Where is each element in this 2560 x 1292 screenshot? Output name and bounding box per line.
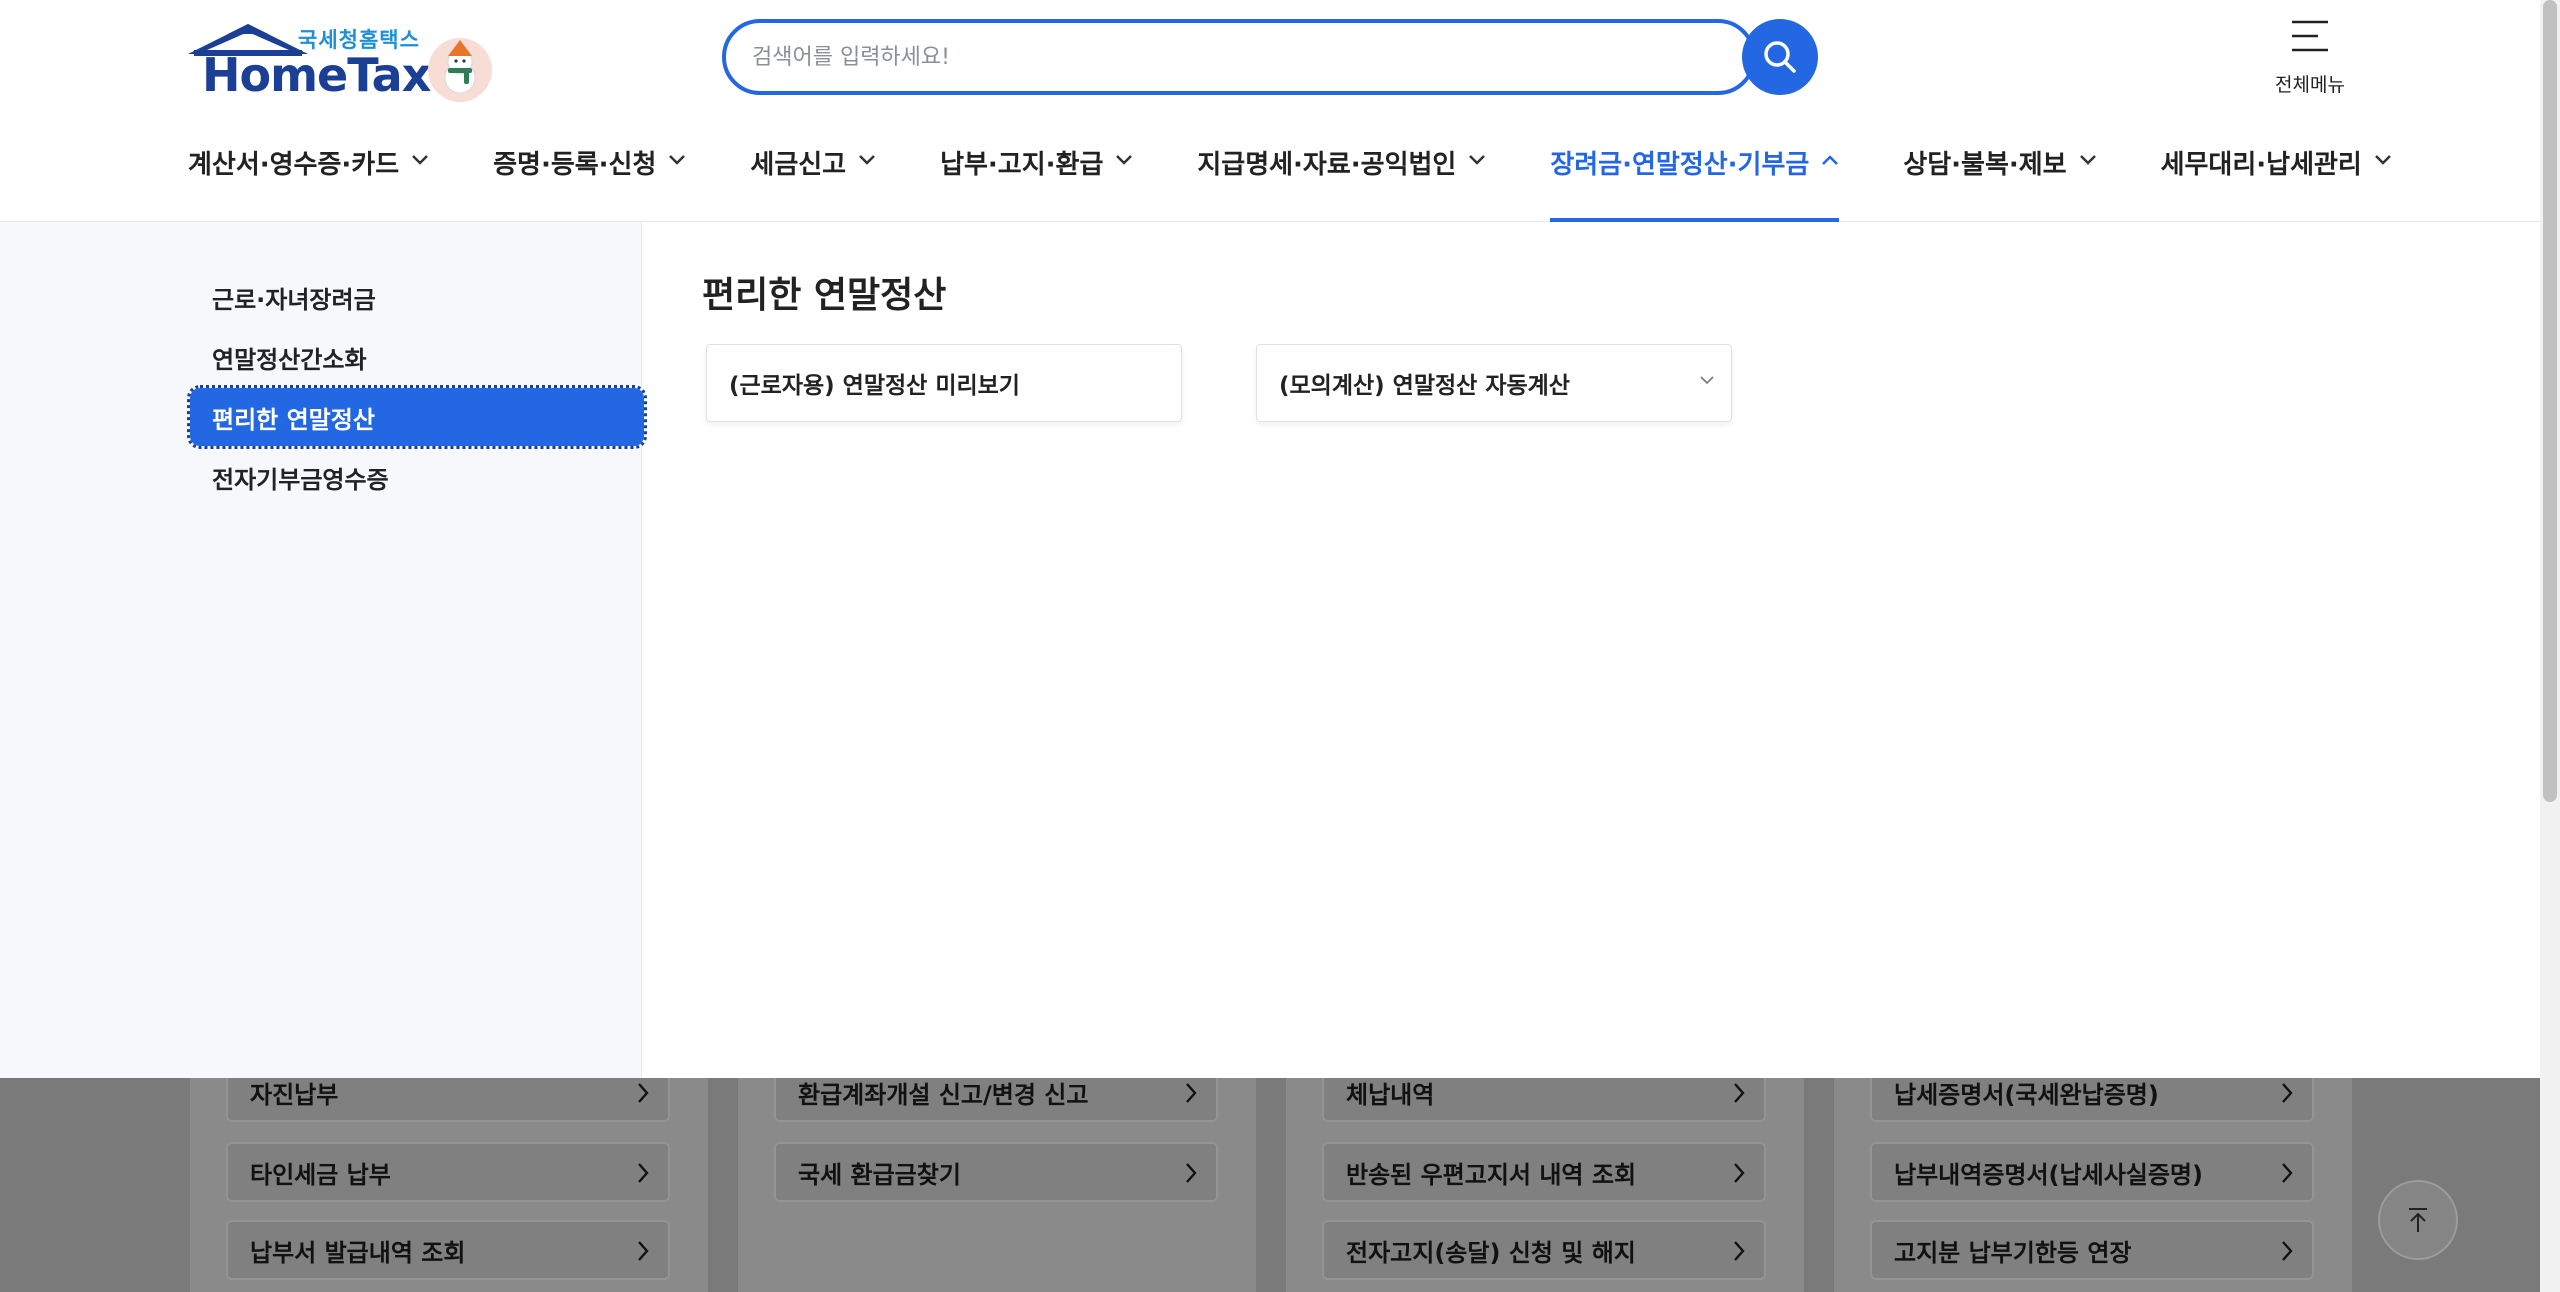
- chevron-right-icon: [2282, 1163, 2293, 1183]
- gnb-item-label: 장려금·연말정산·기부금: [1550, 150, 1810, 180]
- section-title: 편리한 연말정산: [702, 275, 947, 316]
- chevron-down-icon: [2079, 155, 2096, 165]
- menu-card-settlement-preview[interactable]: (근로자용) 연말정산 미리보기: [706, 344, 1182, 422]
- gnb-item-consultation[interactable]: 상담·불복·제보: [1903, 138, 2096, 222]
- scroll-to-top-button[interactable]: [2378, 1180, 2458, 1260]
- chevron-right-icon: [638, 1241, 649, 1261]
- sidebar-item-label: 전자기부금영수증: [212, 465, 389, 494]
- scrollbar-thumb[interactable]: [2543, 0, 2557, 802]
- gnb-item-label: 상담·불복·제보: [1903, 150, 2067, 180]
- background-column: 환급계좌개설 신고/변경 신고 국세 환급금찾기: [738, 1062, 1256, 1292]
- background-column: 체납내역 반송된 우편고지서 내역 조회 전자고지(송달) 신청 및 해지: [1286, 1062, 1804, 1292]
- snowman-mascot-icon: [428, 38, 492, 102]
- background-link-label: 전자고지(송달) 신청 및 해지: [1346, 1238, 1636, 1267]
- page-scrollbar[interactable]: [2540, 0, 2560, 1292]
- all-menu-label: 전체메뉴: [2275, 74, 2345, 96]
- chevron-right-icon: [1734, 1241, 1745, 1261]
- sidebar-item-label: 연말정산간소화: [212, 345, 367, 374]
- hamburger-menu-icon: [2292, 20, 2328, 52]
- chevron-right-icon: [2282, 1083, 2293, 1103]
- background-link-label: 국세 환급금찾기: [798, 1160, 961, 1189]
- background-link-label: 납세증명서(국세완납증명): [1894, 1080, 2159, 1109]
- chevron-down-icon: [2374, 155, 2391, 165]
- gnb-item-label: 지급명세·자료·공익법인: [1197, 150, 1457, 180]
- background-link-label: 납부서 발급내역 조회: [250, 1238, 466, 1267]
- chevron-up-icon: [1822, 155, 1839, 165]
- background-link-label: 자진납부: [250, 1080, 339, 1109]
- logo-wordmark: HomeTax: [202, 48, 431, 102]
- hometax-logo[interactable]: 국세청홈택스 HomeTax: [188, 20, 498, 104]
- background-link[interactable]: 납부서 발급내역 조회: [226, 1220, 670, 1280]
- gnb-item-tax-filing[interactable]: 세금신고: [750, 138, 876, 222]
- gnb-item-payment[interactable]: 납부·고지·환급: [940, 138, 1133, 222]
- background-link[interactable]: 납부내역증명서(납세사실증명): [1870, 1142, 2314, 1202]
- sidebar-item-earned-income-credit[interactable]: 근로·자녀장려금: [190, 268, 644, 326]
- sidebar-item-label: 근로·자녀장려금: [212, 285, 376, 314]
- gnb-item-certificates[interactable]: 증명·등록·신청: [493, 138, 686, 222]
- chevron-down-icon: [412, 155, 429, 165]
- background-link[interactable]: 전자고지(송달) 신청 및 해지: [1322, 1220, 1766, 1280]
- background-link[interactable]: 타인세금 납부: [226, 1142, 670, 1202]
- menu-card-auto-calculation[interactable]: (모의계산) 연말정산 자동계산: [1256, 344, 1732, 422]
- site-header: 국세청홈택스 HomeTax 전체메뉴 계산서·영수증·: [0, 0, 2540, 222]
- chevron-right-icon: [1186, 1083, 1197, 1103]
- gnb-item-label: 증명·등록·신청: [493, 150, 657, 180]
- sidebar-item-convenient-settlement[interactable]: 편리한 연말정산: [187, 385, 647, 449]
- background-column: 납세증명서(국세완납증명) 납부내역증명서(납세사실증명) 고지분 납부기한등 …: [1834, 1062, 2352, 1292]
- background-link-label: 납부내역증명서(납세사실증명): [1894, 1160, 2203, 1189]
- chevron-right-icon: [1186, 1163, 1197, 1183]
- chevron-right-icon: [638, 1163, 649, 1183]
- background-link-label: 반송된 우편고지서 내역 조회: [1346, 1160, 1637, 1189]
- chevron-down-icon: [1469, 155, 1486, 165]
- chevron-down-icon: [859, 155, 875, 165]
- chevron-right-icon: [638, 1083, 649, 1103]
- chevron-down-icon: [1700, 376, 1714, 385]
- all-menu-button[interactable]: 전체메뉴: [2260, 18, 2360, 98]
- background-link[interactable]: 고지분 납부기한등 연장: [1870, 1220, 2314, 1280]
- search-icon: [1764, 41, 1796, 73]
- mega-menu-panel: 근로·자녀장려금 연말정산간소화 편리한 연말정산 전자기부금영수증 편리한 연…: [0, 222, 2540, 1078]
- dimmed-page-overlay: 자진납부 타인세금 납부 납부서 발급내역 조회 환급계좌개설 신고/변경 신고…: [0, 1062, 2560, 1292]
- gnb-item-statements[interactable]: 지급명세·자료·공익법인: [1197, 138, 1486, 222]
- background-link-label: 환급계좌개설 신고/변경 신고: [798, 1080, 1089, 1109]
- background-link-label: 체납내역: [1346, 1080, 1435, 1109]
- search-button[interactable]: [1742, 19, 1818, 95]
- gnb-item-tax-agent[interactable]: 세무대리·납세관리: [2161, 138, 2392, 222]
- gnb-item-label: 납부·고지·환급: [940, 150, 1104, 180]
- sidebar-item-simplified-settlement[interactable]: 연말정산간소화: [190, 328, 644, 386]
- search-input[interactable]: [752, 23, 1652, 91]
- sidebar-item-donation-receipt[interactable]: 전자기부금영수증: [190, 448, 644, 506]
- chevron-right-icon: [1734, 1083, 1745, 1103]
- background-link-label: 고지분 납부기한등 연장: [1894, 1238, 2132, 1267]
- chevron-right-icon: [1734, 1163, 1745, 1183]
- arrow-up-icon: [2409, 1208, 2427, 1232]
- menu-card-label: (모의계산) 연말정산 자동계산: [1279, 373, 1570, 399]
- background-column: 자진납부 타인세금 납부 납부서 발급내역 조회: [190, 1062, 708, 1292]
- sidebar-item-label: 편리한 연말정산: [212, 405, 375, 434]
- gnb-item-label: 계산서·영수증·카드: [188, 150, 400, 180]
- background-link[interactable]: 국세 환급금찾기: [774, 1142, 1218, 1202]
- background-link[interactable]: 반송된 우편고지서 내역 조회: [1322, 1142, 1766, 1202]
- gnb-item-invoices[interactable]: 계산서·영수증·카드: [188, 138, 429, 222]
- chevron-down-icon: [1116, 155, 1133, 165]
- gnb-item-label: 세금신고: [750, 150, 847, 180]
- main-navigation: 계산서·영수증·카드 증명·등록·신청 세금신고 납부·고지·환급 지급명세·자…: [188, 138, 2392, 222]
- sub-menu-sidebar: 근로·자녀장려금 연말정산간소화 편리한 연말정산 전자기부금영수증: [0, 222, 647, 1078]
- gnb-item-year-end-settlement[interactable]: 장려금·연말정산·기부금: [1550, 138, 1840, 222]
- search-box: [722, 19, 1756, 95]
- chevron-down-icon: [669, 155, 686, 165]
- menu-card-label: (근로자용) 연말정산 미리보기: [729, 373, 1020, 399]
- background-link-label: 타인세금 납부: [250, 1160, 391, 1189]
- gnb-item-label: 세무대리·납세관리: [2160, 150, 2362, 180]
- chevron-right-icon: [2282, 1241, 2293, 1261]
